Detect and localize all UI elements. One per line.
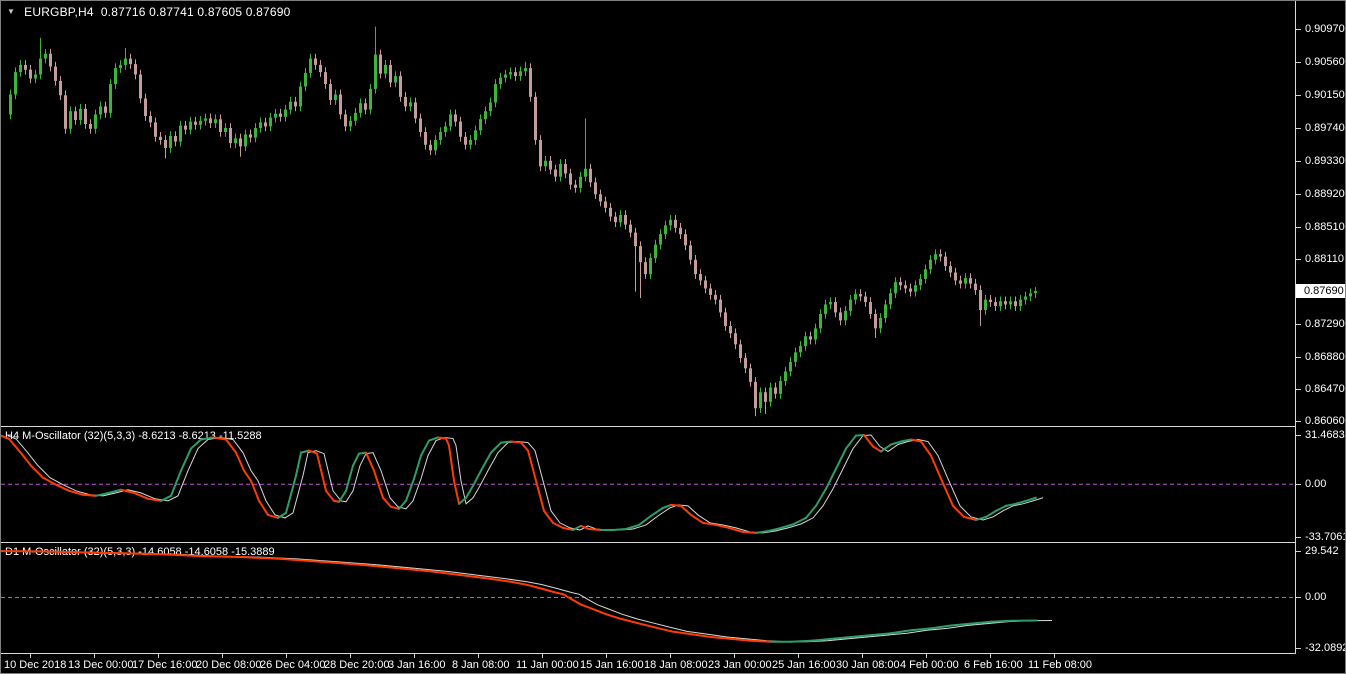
price-tick-label: 0.86880 [1305, 351, 1345, 363]
axis-tick-mark [1296, 128, 1301, 129]
time-tick-mark [414, 654, 415, 658]
indicator2-max-label: 29.542 [1305, 545, 1339, 557]
time-tick-label: 11 Feb 08:00 [1028, 659, 1093, 671]
price-tick-label: 0.89330 [1305, 155, 1345, 167]
indicator1-zero-label: 0.00 [1305, 478, 1327, 491]
candlestick-chart [9, 26, 1037, 417]
axis-tick-mark [1296, 95, 1301, 96]
time-tick-mark [1054, 654, 1055, 658]
time-tick-label: 23 Jan 00:00 [708, 659, 772, 671]
pane-divider-2[interactable] [1, 542, 1295, 543]
time-tick-label: 4 Feb 00:00 [900, 659, 959, 671]
time-tick-mark [350, 654, 351, 658]
price-tick-label: 0.90970 [1305, 23, 1345, 35]
time-tick-label: 11 Jan 00:00 [516, 659, 579, 671]
axis-tick-mark [1296, 29, 1301, 30]
axis-tick-mark [1296, 389, 1301, 390]
indicator-pane-d1-oscillator[interactable]: D1 M-Oscillator (32)(5,3,3) -14.6058 -14… [1, 543, 1295, 653]
axis-tick-mark [1296, 551, 1301, 552]
indicator1-min-label: -33.7061 [1305, 531, 1346, 543]
indicator1-max-label: 31.4683 [1305, 429, 1345, 441]
time-tick-mark [158, 654, 159, 658]
quote-ohlc-values: 0.87716 0.87741 0.87605 0.87690 [100, 5, 291, 19]
time-tick-mark [862, 654, 863, 658]
time-tick-mark [798, 654, 799, 658]
d1-oscillator-plot [1, 550, 1295, 643]
indicator-pane-h4-oscillator[interactable]: H4 M-Oscillator (32)(5,3,3) -8.6213 -8.6… [1, 427, 1295, 542]
axis-tick-mark [1296, 161, 1301, 162]
price-tick-label: 0.88510 [1305, 221, 1345, 233]
time-tick-mark [990, 654, 991, 658]
mt4-chart-window: ▼ EURGBP,H4 0.87716 0.87741 0.87605 0.876… [0, 0, 1346, 674]
axis-tick-mark [1296, 537, 1301, 538]
time-tick-mark [542, 654, 543, 658]
time-tick-label: 15 Jan 16:00 [580, 659, 644, 671]
time-tick-label: 25 Jan 16:00 [772, 659, 836, 671]
axis-tick-mark [1296, 357, 1301, 358]
time-tick-mark [670, 654, 671, 658]
time-tick-label: 17 Dec 16:00 [132, 659, 198, 671]
time-tick-mark [94, 654, 95, 658]
axis-tick-mark [1296, 597, 1301, 599]
axis-tick-mark [1296, 62, 1301, 63]
time-tick-mark [734, 654, 735, 658]
symbol-dropdown-icon[interactable]: ▼ [7, 7, 15, 16]
time-tick-label: 30 Jan 08:00 [836, 659, 900, 671]
axis-tick-mark [1296, 259, 1301, 260]
price-tick-label: 0.86470 [1305, 383, 1345, 395]
price-tick-label: 0.89740 [1305, 122, 1345, 134]
time-tick-label: 18 Jan 08:00 [644, 659, 708, 671]
time-tick-mark [478, 654, 479, 658]
time-tick-label: 26 Dec 04:00 [260, 659, 326, 671]
price-tick-label: 0.88110 [1305, 253, 1344, 265]
current-price-tag: 0.87690 [1296, 284, 1345, 298]
time-tick-label: 13 Dec 00:00 [68, 659, 134, 671]
chart-title: ▼ EURGBP,H4 0.87716 0.87741 0.87605 0.876… [7, 5, 291, 19]
axis-tick-mark [1296, 227, 1301, 228]
time-tick-mark [30, 654, 31, 658]
time-tick-mark [926, 654, 927, 658]
axis-tick-mark [1296, 324, 1301, 325]
axis-tick-mark [1296, 194, 1301, 195]
price-tick-label: 0.88920 [1305, 188, 1345, 200]
time-tick-label: 8 Jan 08:00 [452, 659, 510, 671]
axis-tick-mark [1296, 484, 1301, 486]
price-tick-label: 0.86060 [1305, 415, 1345, 427]
h4-oscillator-plot [1, 434, 1295, 534]
price-chart-pane[interactable]: ▼ EURGBP,H4 0.87716 0.87741 0.87605 0.876… [1, 1, 1295, 426]
time-tick-label: 10 Dec 2018 [4, 659, 67, 671]
axis-tick-mark [1296, 421, 1301, 422]
price-tick-label: 0.90150 [1305, 89, 1345, 101]
time-scale[interactable]: 10 Dec 2018 13 Dec 00:00 17 Dec 16:00 20 De… [1, 654, 1295, 673]
price-tick-label: 0.87290 [1305, 318, 1345, 330]
pane-divider-1[interactable] [1, 426, 1295, 427]
time-tick-label: 20 Dec 08:00 [196, 659, 262, 671]
time-tick-label: 6 Feb 16:00 [964, 659, 1023, 671]
indicator2-zero-label: 0.00 [1305, 591, 1327, 604]
indicator2-min-label: -32.0892 [1305, 642, 1346, 654]
axis-tick-mark [1296, 435, 1301, 436]
price-scale[interactable]: 0.87690 0.90970 0.90560 0.90150 0.89740 0.89… [1295, 1, 1346, 654]
time-tick-mark [286, 654, 287, 658]
time-tick-label: 3 Jan 16:00 [388, 659, 446, 671]
time-tick-label: 28 Dec 20:00 [324, 659, 390, 671]
symbol-period-label: EURGBP,H4 [24, 5, 94, 19]
axis-tick-mark [1296, 648, 1301, 649]
price-tick-label: 0.90560 [1305, 56, 1345, 68]
time-tick-mark [606, 654, 607, 658]
current-price-value: 0.87690 [1304, 285, 1344, 297]
time-tick-mark [222, 654, 223, 658]
